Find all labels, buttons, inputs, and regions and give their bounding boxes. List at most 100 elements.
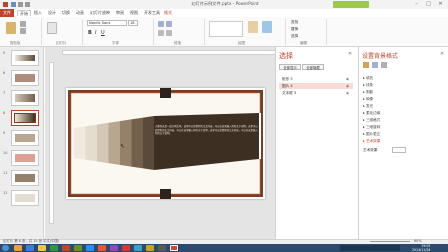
slide-thumbnail[interactable]: [11, 150, 39, 166]
mouse-cursor: ↖: [120, 143, 126, 150]
align-left-icon[interactable]: [158, 30, 164, 36]
paste-icon[interactable]: [6, 22, 16, 34]
format-section[interactable]: ▸ 发光: [363, 104, 373, 109]
hide-all-button[interactable]: 全部隐藏: [302, 64, 324, 70]
taskbar-app-icon[interactable]: [14, 245, 22, 251]
replace-button[interactable]: 替换: [291, 27, 298, 32]
bullets-icon[interactable]: [158, 21, 164, 27]
format-section[interactable]: ▸ 填充: [363, 76, 373, 81]
taskbar-app-icon[interactable]: [62, 245, 70, 251]
bold-button[interactable]: B: [88, 30, 92, 36]
fill-icon[interactable]: [363, 62, 369, 68]
numbering-icon[interactable]: [166, 21, 172, 27]
taskbar-app-icon[interactable]: [26, 245, 34, 251]
visibility-eye-icon[interactable]: ◉: [346, 77, 349, 81]
font-name-select[interactable]: Nordic Sans: [87, 20, 127, 26]
clock-date: 2014/11/26: [412, 248, 431, 252]
tab-animations[interactable]: 动画: [76, 10, 84, 16]
maximize-button[interactable]: □: [424, 1, 433, 8]
zoom-slider[interactable]: [370, 241, 410, 242]
tab-design[interactable]: 设计: [48, 10, 56, 16]
thumb-number: 9: [3, 131, 6, 135]
format-section[interactable]: ▸ 柔化边缘: [363, 111, 380, 116]
minimize-button[interactable]: –: [412, 1, 421, 8]
close-button[interactable]: ✕: [436, 1, 445, 8]
find-button[interactable]: 查找: [291, 20, 298, 25]
align-center-icon[interactable]: [166, 30, 172, 36]
selection-item[interactable]: 文本框 3: [279, 90, 353, 96]
visibility-eye-icon[interactable]: ◉: [346, 84, 349, 88]
italic-button[interactable]: I: [95, 30, 96, 36]
tab-format[interactable]: 格式: [164, 10, 172, 16]
taskbar-app-icon[interactable]: [50, 245, 58, 251]
tab-developer[interactable]: 开发工具: [144, 10, 160, 16]
group-label-clipboard: 剪贴板: [10, 41, 21, 45]
format-section[interactable]: ▸ 阴影: [363, 90, 373, 95]
selection-item-selected[interactable]: 图片 4: [279, 83, 353, 89]
vertical-ruler: [49, 62, 54, 224]
close-icon[interactable]: ✕: [348, 51, 352, 57]
taskbar-app-icon[interactable]: [98, 245, 106, 251]
slide-thumbnail[interactable]: [11, 170, 39, 186]
window-title: 幻灯片示例文件.pptx - PowerPoint: [191, 1, 259, 6]
tab-home[interactable]: 开始: [17, 10, 31, 16]
taskbar-app-icon[interactable]: [86, 245, 94, 251]
picture-icon[interactable]: [381, 62, 387, 68]
start-icon[interactable]: [2, 245, 9, 251]
tab-view[interactable]: 视图: [130, 10, 138, 16]
shapes-gallery[interactable]: [209, 21, 243, 37]
format-section[interactable]: ▸ 映像: [363, 97, 373, 102]
taskbar-app-icon[interactable]: [110, 245, 118, 251]
effects-icon[interactable]: [372, 62, 378, 68]
font-size-select[interactable]: 18: [128, 20, 138, 26]
taskbar-app-icon[interactable]: [38, 245, 46, 251]
slide-thumbnail[interactable]: [11, 50, 39, 66]
arrange-icon[interactable]: [248, 21, 258, 33]
taskbar-app-icon[interactable]: [134, 245, 142, 251]
cut-icon[interactable]: [20, 21, 26, 27]
slide-thumbnail-active[interactable]: [11, 110, 39, 126]
format-section[interactable]: ▸ 线条: [363, 83, 373, 88]
format-section[interactable]: ▸ 艺术效果: [363, 139, 380, 144]
art-effects-dropdown[interactable]: [392, 147, 406, 153]
taskbar-app-icon[interactable]: [74, 245, 82, 251]
tab-slideshow[interactable]: 幻灯片放映: [90, 10, 110, 16]
slide-thumbnail[interactable]: [11, 70, 39, 86]
format-section[interactable]: ▸ 三维格式: [363, 118, 380, 123]
format-section-label: 发光: [365, 104, 374, 108]
slide-canvas[interactable]: [66, 88, 265, 199]
copy-icon[interactable]: [20, 28, 26, 34]
art-effects-label: 艺术效果: [363, 148, 378, 152]
taskbar-app-icon[interactable]: [122, 245, 130, 251]
taskbar-app-icon[interactable]: [146, 245, 154, 251]
redo-icon[interactable]: [25, 2, 30, 7]
slide-thumbnail[interactable]: [11, 130, 39, 146]
clock[interactable]: 19:05 2014/11/26: [412, 244, 430, 252]
format-section[interactable]: ▸ 三维旋转: [363, 125, 380, 130]
group-label-slides: 幻灯片: [56, 41, 67, 45]
tab-transitions[interactable]: 切换: [62, 10, 70, 16]
group-label-drawing: 绘图: [238, 41, 245, 45]
save-icon[interactable]: [11, 2, 16, 7]
slide-graphic: [68, 88, 263, 199]
slide-body-text[interactable]: 大家好这是一段示例文本。这里可以放置你的正文内容，可以在这里输入你的文字说明。这…: [155, 125, 259, 136]
tab-review[interactable]: 审阅: [116, 10, 124, 16]
format-section[interactable]: ▸ 图片更正: [363, 132, 380, 137]
select-button[interactable]: 选择: [291, 34, 298, 39]
close-icon[interactable]: ✕: [440, 51, 444, 57]
tab-file[interactable]: 文件: [0, 9, 14, 17]
quick-styles-icon[interactable]: [262, 21, 272, 33]
show-all-button[interactable]: 全部显示: [279, 64, 301, 70]
underline-button[interactable]: U: [101, 30, 105, 36]
taskbar-powerpoint-icon[interactable]: [170, 245, 178, 251]
thumb-number: 5: [3, 51, 6, 55]
selection-item[interactable]: 矩形 5: [279, 76, 353, 82]
slide-thumbnail[interactable]: [11, 90, 39, 106]
tab-insert[interactable]: 插入: [34, 10, 42, 16]
slide-thumbnail[interactable]: [11, 190, 39, 206]
addin-badge[interactable]: [333, 1, 369, 8]
undo-icon[interactable]: [18, 2, 23, 7]
new-slide-icon[interactable]: [47, 22, 57, 34]
taskbar-app-icon[interactable]: [158, 245, 166, 251]
visibility-eye-icon[interactable]: ◉: [346, 91, 349, 95]
